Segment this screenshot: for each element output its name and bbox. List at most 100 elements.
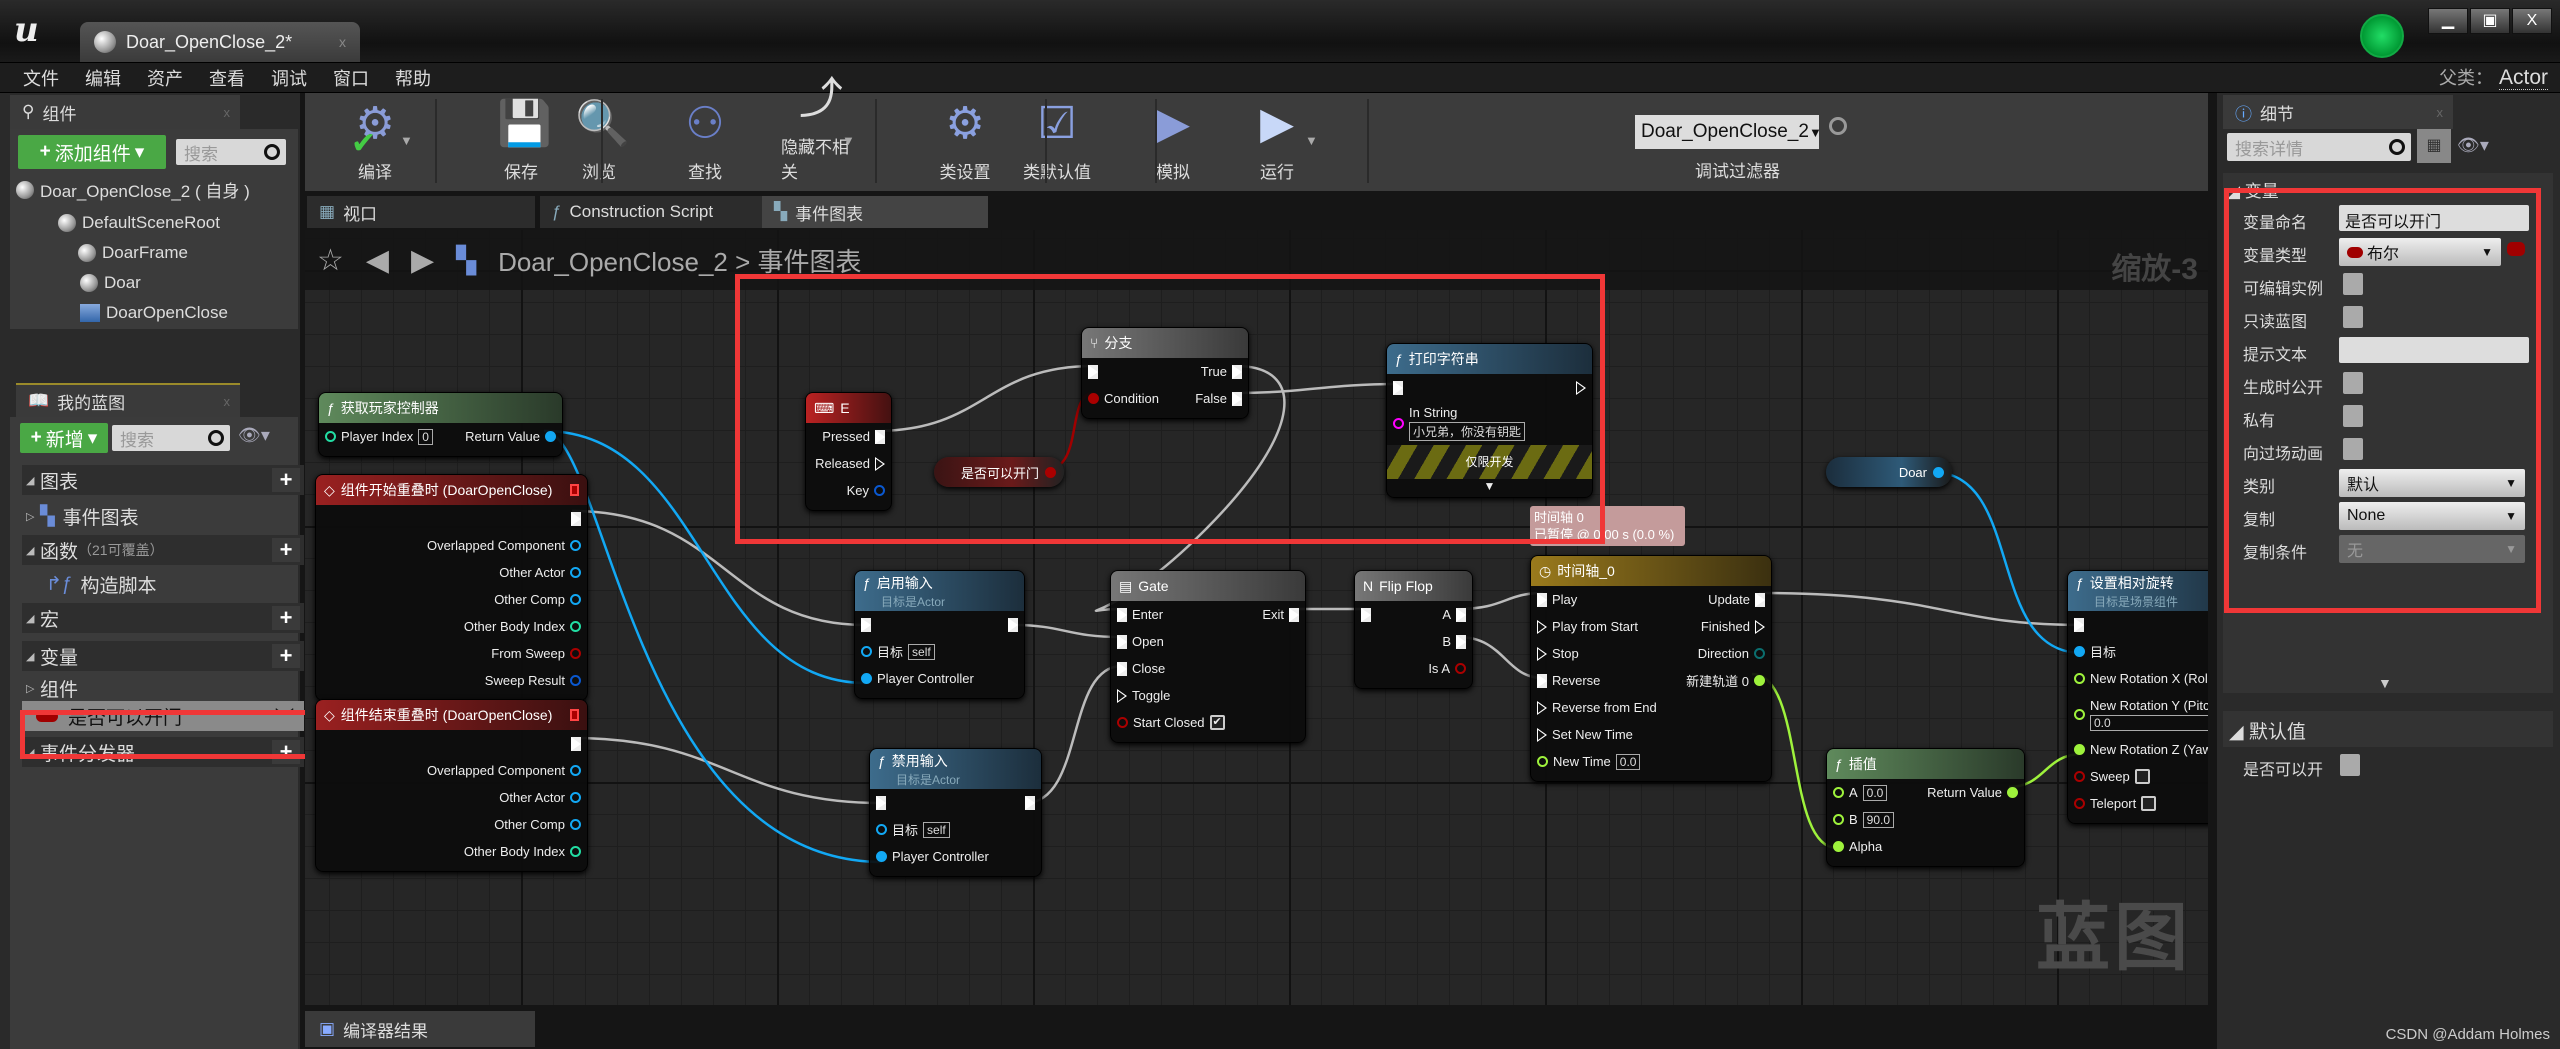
expanded-triangle-icon[interactable]: ◢	[26, 746, 40, 759]
bool-pin[interactable]	[1455, 663, 1466, 674]
advanced-expand-icon[interactable]: ▼	[2378, 675, 2392, 691]
node-header[interactable]: ⑂ 分支	[1082, 328, 1248, 358]
add-8-button[interactable]: +	[272, 740, 300, 764]
float-pin[interactable]	[1537, 756, 1548, 767]
source-control-icon[interactable]	[2360, 14, 2404, 58]
bool-pin[interactable]	[570, 648, 581, 659]
close-tab-icon[interactable]: x	[224, 105, 231, 120]
node-header[interactable]: ƒ 获取玩家控制器	[319, 393, 562, 423]
class-defaults-button[interactable]: ☑ 类默认值	[1017, 93, 1097, 191]
pin-checkbox[interactable]	[2141, 796, 2157, 811]
node-header[interactable]: N Flip Flop	[1355, 571, 1472, 601]
add-5-button[interactable]: +	[272, 644, 300, 668]
exec-pin[interactable]	[571, 736, 581, 751]
exec-pin[interactable]	[1456, 607, 1466, 622]
minimize-button[interactable]: ▁	[2428, 8, 2468, 34]
object-pin[interactable]	[570, 765, 581, 776]
component-tree-item[interactable]: DoarFrame	[58, 243, 188, 263]
collapsed-triangle-icon[interactable]: ▷	[26, 510, 40, 523]
exec-pin[interactable]	[1088, 364, 1098, 379]
variable-type-select[interactable]: 布尔 ▼	[2339, 238, 2501, 266]
variable-section-header[interactable]: ◢ 变量	[2227, 177, 2279, 202]
back-arrow-icon[interactable]: ◀	[366, 243, 389, 278]
struct-pin[interactable]	[570, 675, 581, 686]
compiler-results-tab[interactable]: ▣ 编译器结果	[305, 1011, 535, 1047]
class-settings-button[interactable]: ⚙ 类设置	[925, 93, 1005, 191]
exec-pin[interactable]	[1289, 607, 1299, 622]
node-header[interactable]: ƒ 打印字符串	[1387, 344, 1592, 374]
exec-pin[interactable]	[1537, 673, 1547, 688]
float-pin[interactable]	[1833, 814, 1844, 825]
my-blueprint-row[interactable]: ◢ 函数 （21可覆盖） +	[22, 535, 304, 565]
exec-pin[interactable]	[1232, 364, 1242, 379]
object-pin[interactable]	[570, 594, 581, 605]
pin-default-value[interactable]: 小兄弟，你没有钥匙	[1409, 422, 1526, 441]
node-key-e[interactable]: ⌨ E Pressed Released Key	[805, 392, 892, 511]
menu-item-3[interactable]: 查看	[196, 65, 258, 91]
collapsed-triangle-icon[interactable]: ▷	[26, 682, 40, 695]
play-options-dropdown[interactable]: ▼	[1305, 133, 1318, 148]
expanded-triangle-icon[interactable]: ◢	[26, 612, 40, 625]
parent-class-link[interactable]: Actor	[2498, 66, 2548, 90]
exec-pin[interactable]	[1117, 661, 1127, 676]
my-blueprint-row[interactable]: ◢ 事件分发器 +	[22, 737, 304, 767]
node-header[interactable]: ◇ 组件开始重叠时 (DoarOpenClose)	[316, 475, 587, 505]
debug-object-search-icon[interactable]	[1829, 117, 1847, 135]
bool-pin[interactable]	[2074, 798, 2085, 809]
document-tab[interactable]: Doar_OpenClose_2* x	[80, 22, 360, 62]
object-pin[interactable]	[861, 673, 872, 684]
add-component-button[interactable]: + 添加组件 ▾	[18, 135, 166, 169]
detail-checkbox[interactable]	[2343, 405, 2363, 427]
add-2-button[interactable]: +	[272, 538, 300, 562]
component-tree-item[interactable]: DoarOpenClose	[80, 303, 228, 323]
new-button[interactable]: + 新增 ▾	[20, 423, 108, 453]
exec-pin[interactable]	[1755, 619, 1765, 634]
node-header[interactable]: ◇ 组件结束重叠时 (DoarOpenClose)	[316, 700, 587, 730]
detail-checkbox[interactable]	[2343, 438, 2363, 460]
event-graph-canvas[interactable]: ☆ ◀ ▶ ▚ Doar_OpenClose_2 > 事件图表 缩放-3 蓝图 …	[305, 230, 2208, 1005]
pin-default-value[interactable]: self	[908, 643, 935, 660]
default-value-section-header[interactable]: ◢ 默认值	[2223, 711, 2553, 747]
float-pin[interactable]	[2007, 787, 2018, 798]
expanded-triangle-icon[interactable]: ◢	[26, 544, 40, 557]
float-pin[interactable]	[1833, 841, 1844, 852]
exec-pin[interactable]	[1232, 391, 1242, 406]
forward-arrow-icon[interactable]: ▶	[411, 243, 434, 278]
my-blueprint-row[interactable]: ◢ 图表 +	[22, 465, 304, 495]
float-pin[interactable]	[1754, 675, 1765, 686]
exec-pin[interactable]	[861, 617, 871, 632]
object-pin[interactable]	[570, 792, 581, 803]
my-blueprint-tab[interactable]: 📖 我的蓝图 x	[16, 383, 240, 417]
close-tab-icon[interactable]: x	[2437, 105, 2444, 120]
my-blueprint-row[interactable]: ▷ 组件	[22, 673, 304, 703]
exec-pin[interactable]	[1755, 592, 1765, 607]
pin-default-value[interactable]: 0.0	[1862, 784, 1888, 801]
int-pin[interactable]	[570, 846, 581, 857]
detail-select[interactable]: 无 ▼	[2339, 535, 2525, 563]
menu-item-2[interactable]: 资产	[134, 65, 196, 91]
my-blueprint-row[interactable]: ↱ƒ 构造脚本	[22, 569, 304, 599]
debug-filter-select[interactable]: Doar_OpenClose_2 ▼	[1635, 115, 1822, 149]
node-header[interactable]: ▤ Gate	[1111, 571, 1305, 601]
float-pin[interactable]	[1833, 787, 1844, 798]
bool-pin[interactable]	[1088, 393, 1099, 404]
detail-select[interactable]: None ▼	[2339, 502, 2525, 530]
node-lerp[interactable]: ƒ 插值 A 0.0 Return Value B 90.0 Alpha	[1826, 748, 2025, 867]
browse-button[interactable]: 🔍 浏览	[559, 93, 639, 191]
object-pin[interactable]	[876, 824, 887, 835]
node-set-relative-rotation[interactable]: ƒ 设置相对旋转 目标是场景组件 目标 New Rotation X (Roll) New…	[2067, 570, 2208, 824]
view-options-eye-icon[interactable]: 👁▾	[2457, 135, 2489, 156]
float-pin[interactable]	[2074, 708, 2085, 720]
delegate-pin[interactable]	[570, 709, 579, 721]
add-4-button[interactable]: +	[272, 606, 300, 630]
expand-chevron-icon[interactable]: ︶	[275, 703, 294, 730]
property-matrix-icon[interactable]: ▦	[2417, 129, 2451, 163]
exec-pin[interactable]	[571, 511, 581, 526]
details-search-input[interactable]: 搜索详情	[2227, 133, 2411, 161]
node-header[interactable]: ƒ 插值	[1827, 749, 2024, 779]
expand-node-arrow-icon[interactable]: ▼	[1387, 479, 1592, 497]
exec-pin[interactable]	[1456, 634, 1466, 649]
int-pin[interactable]	[325, 431, 336, 442]
my-blueprint-search-input[interactable]: 搜索	[112, 425, 230, 451]
node-header[interactable]: ◷ 时间轴_0	[1531, 556, 1771, 586]
